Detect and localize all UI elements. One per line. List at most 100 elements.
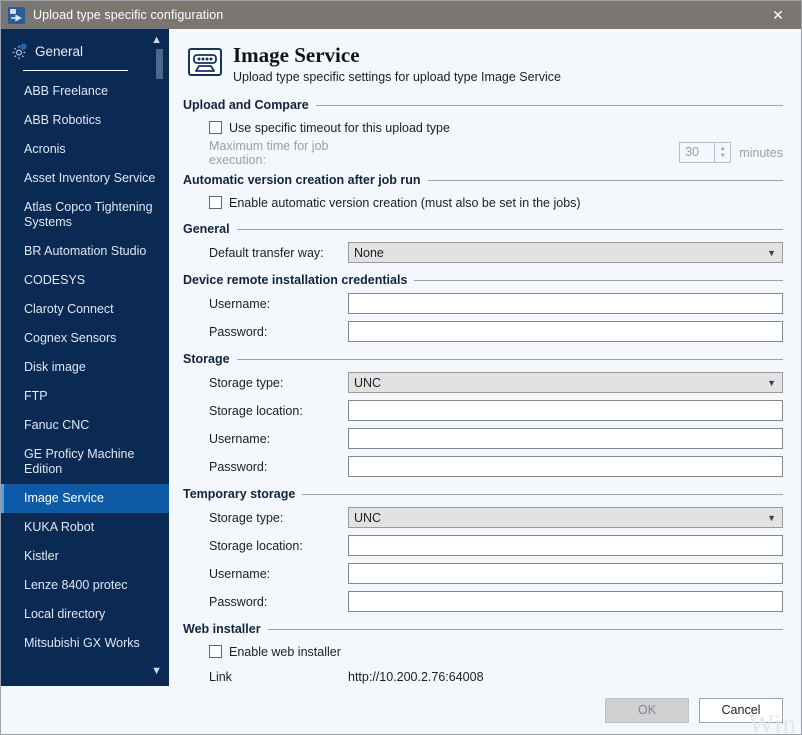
sidebar-header: General: [1, 29, 169, 63]
dialog-window: Upload type specific configuration ✕ Gen…: [0, 0, 802, 735]
sidebar-item-kuka-robot[interactable]: KUKA Robot: [1, 513, 169, 542]
cancel-button[interactable]: Cancel: [699, 697, 783, 723]
section-header: Temporary storage: [183, 487, 783, 501]
storage-type-select[interactable]: UNC ▼: [348, 372, 783, 393]
chevron-down-icon: ▼: [767, 247, 776, 258]
row-temp-storage-password: Password:: [183, 590, 783, 613]
section-title: General: [183, 222, 230, 236]
sidebar-item-claroty-connect[interactable]: Claroty Connect: [1, 295, 169, 324]
temp-storage-username-input[interactable]: [348, 563, 783, 584]
default-transfer-way-label: Default transfer way:: [209, 245, 324, 260]
max-time-value: 30: [685, 145, 700, 159]
sidebar-item-abb-robotics[interactable]: ABB Robotics: [1, 106, 169, 135]
storage-location-input[interactable]: [348, 400, 783, 421]
section-rule: [302, 493, 783, 495]
main-panel: Image Service Upload type specific setti…: [169, 29, 801, 686]
storage-location-label: Storage location:: [209, 403, 303, 418]
sidebar-item-codesys[interactable]: CODESYS: [1, 266, 169, 295]
sidebar-item-mitsubishi-gx-works[interactable]: Mitsubishi GX Works: [1, 629, 169, 658]
enable-automatic-version-checkbox[interactable]: [209, 196, 222, 209]
title-bar: Upload type specific configuration ✕: [1, 1, 801, 29]
row-storage-location: Storage location:: [183, 399, 783, 422]
temp-storage-type-label: Storage type:: [209, 510, 284, 525]
sidebar-item-kistler[interactable]: Kistler: [1, 542, 169, 571]
section-header: General: [183, 222, 783, 236]
section-rule: [315, 104, 783, 106]
max-time-label: Maximum time for job execution:: [209, 138, 329, 167]
max-time-stepper[interactable]: 30 ▲ ▼: [679, 142, 732, 163]
storage-username-input[interactable]: [348, 428, 783, 449]
sidebar-item-local-directory[interactable]: Local directory: [1, 600, 169, 629]
use-specific-timeout-checkbox[interactable]: [209, 121, 222, 134]
sidebar-item-fanuc-cnc[interactable]: Fanuc CNC: [1, 411, 169, 440]
window-title: Upload type specific configuration: [33, 8, 224, 22]
section-header: Upload and Compare: [183, 98, 783, 112]
section-device-remote-installation-credentials: Device remote installation credentials U…: [183, 273, 783, 343]
storage-type-value: UNC: [354, 375, 382, 390]
temp-storage-location-label: Storage location:: [209, 538, 303, 553]
temp-storage-type-value: UNC: [354, 510, 382, 525]
dialog-footer: OK Cancel Win: [1, 686, 801, 735]
dialog-body: General ABB Freelance ABB Robotics Acron…: [1, 29, 801, 687]
sidebar-item-disk-image[interactable]: Disk image: [1, 353, 169, 382]
sidebar-divider: [23, 70, 128, 71]
page-title: Image Service: [233, 43, 360, 67]
row-temp-storage-username: Username:: [183, 562, 783, 585]
section-rule: [267, 628, 783, 630]
page-subtitle: Upload type specific settings for upload…: [233, 70, 561, 84]
section-upload-and-compare: Upload and Compare Use specific timeout …: [183, 98, 783, 167]
sidebar-scrollbar-thumb[interactable]: [156, 49, 163, 79]
row-storage-password: Password:: [183, 455, 783, 478]
section-title: Upload and Compare: [183, 98, 309, 112]
sidebar-item-br-automation-studio[interactable]: BR Automation Studio: [1, 237, 169, 266]
ok-button[interactable]: OK: [605, 697, 689, 723]
row-web-installer-link: Link http://10.200.2.76:64008: [183, 665, 783, 686]
section-automatic-version-creation: Automatic version creation after job run…: [183, 173, 783, 213]
web-installer-link-value: http://10.200.2.76:64008: [348, 669, 484, 684]
row-default-transfer-way: Default transfer way: None ▼: [183, 241, 783, 264]
max-time-unit: minutes: [739, 145, 783, 160]
temp-storage-password-input[interactable]: [348, 591, 783, 612]
section-rule: [236, 358, 783, 360]
device-username-input[interactable]: [348, 293, 783, 314]
storage-password-input[interactable]: [348, 456, 783, 477]
storage-type-label: Storage type:: [209, 375, 284, 390]
sidebar-list[interactable]: ABB Freelance ABB Robotics Acronis Asset…: [1, 77, 169, 687]
device-password-input[interactable]: [348, 321, 783, 342]
stepper-arrows-icon[interactable]: ▲ ▼: [714, 143, 730, 162]
section-title: Temporary storage: [183, 487, 296, 501]
sidebar-item-abb-freelance[interactable]: ABB Freelance: [1, 77, 169, 106]
sidebar-item-atlas-copco-tightening-systems[interactable]: Atlas Copco Tightening Systems: [1, 193, 169, 237]
gear-icon: [11, 43, 28, 60]
row-device-username: Username:: [183, 292, 783, 315]
sidebar-item-cognex-sensors[interactable]: Cognex Sensors: [1, 324, 169, 353]
chevron-down-icon: ▼: [767, 512, 776, 523]
section-web-installer: Web installer Enable web installer Link …: [183, 622, 783, 686]
storage-password-label: Password:: [209, 459, 268, 474]
image-service-icon: [187, 47, 223, 77]
chevron-up-icon[interactable]: ▲: [151, 35, 162, 46]
enable-web-installer-checkbox[interactable]: [209, 645, 222, 658]
sidebar-item-ge-proficy-machine-edition[interactable]: GE Proficy Machine Edition: [1, 440, 169, 484]
section-title: Automatic version creation after job run: [183, 173, 421, 187]
sidebar-header-label: General: [35, 44, 84, 59]
temp-storage-password-label: Password:: [209, 594, 268, 609]
use-specific-timeout-label: Use specific timeout for this upload typ…: [229, 120, 450, 135]
section-storage: Storage Storage type: UNC ▼ Storage loca…: [183, 352, 783, 478]
sidebar-item-lenze-8400-protec[interactable]: Lenze 8400 protec: [1, 571, 169, 600]
section-rule: [414, 279, 783, 281]
section-rule: [236, 228, 783, 230]
sidebar-item-image-service[interactable]: Image Service: [1, 484, 169, 513]
section-temporary-storage: Temporary storage Storage type: UNC ▼ St…: [183, 487, 783, 613]
temp-storage-type-select[interactable]: UNC ▼: [348, 507, 783, 528]
page-header: Image Service Upload type specific setti…: [183, 43, 783, 84]
temp-storage-location-input[interactable]: [348, 535, 783, 556]
default-transfer-way-select[interactable]: None ▼: [348, 242, 783, 263]
chevron-down-icon[interactable]: ▼: [151, 666, 162, 677]
row-temp-storage-location: Storage location:: [183, 534, 783, 557]
sidebar-item-asset-inventory-service[interactable]: Asset Inventory Service: [1, 164, 169, 193]
close-icon[interactable]: ✕: [755, 1, 801, 29]
sidebar-item-acronis[interactable]: Acronis: [1, 135, 169, 164]
sidebar: General ABB Freelance ABB Robotics Acron…: [1, 29, 169, 687]
sidebar-item-ftp[interactable]: FTP: [1, 382, 169, 411]
